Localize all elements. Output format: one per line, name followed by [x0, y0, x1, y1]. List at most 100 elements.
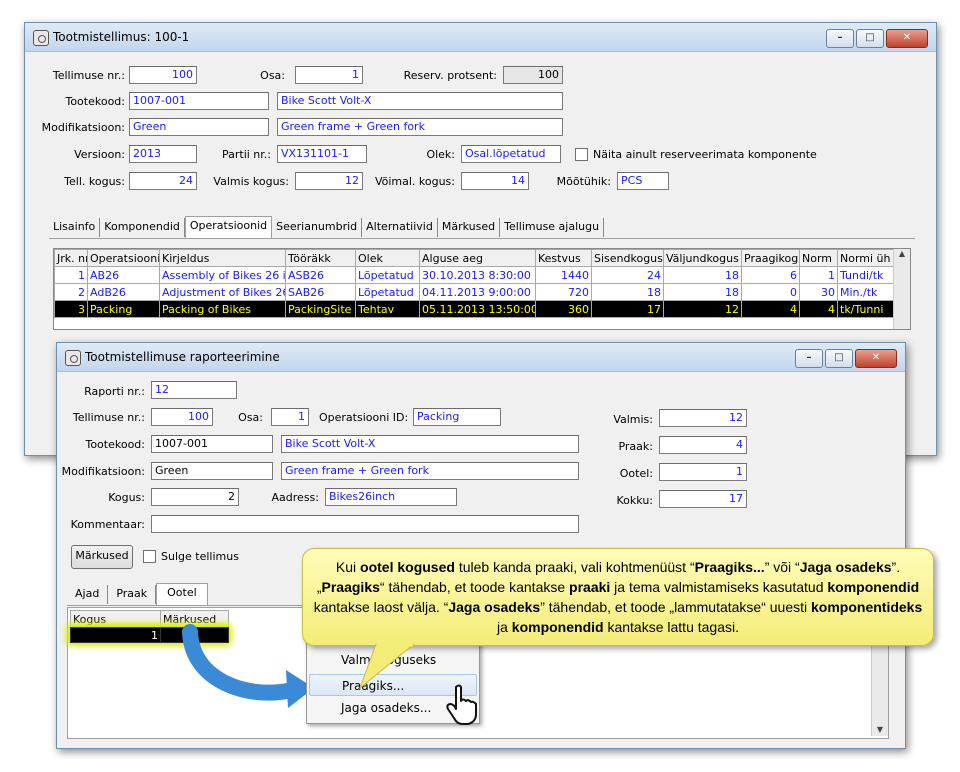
col-normi-uhik[interactable]: Normi üh: [837, 249, 895, 267]
col-kirjeldus[interactable]: Kirjeldus: [159, 249, 286, 267]
modifikatsioon-field[interactable]: Green: [151, 462, 273, 480]
scroll-up-icon[interactable]: ▲: [894, 249, 910, 258]
operatsiooni-id-field[interactable]: Packing: [413, 408, 501, 426]
col-olek[interactable]: Olek: [355, 249, 420, 267]
maximize-icon: □: [865, 32, 875, 43]
aadress-field[interactable]: Bikes26inch: [325, 488, 457, 506]
olek-label: Olek:: [426, 148, 455, 161]
naita-reserveerimata-checkbox[interactable]: [575, 148, 588, 161]
cell: Assembly of Bikes 26 in: [159, 266, 286, 284]
cell: Min./tk: [837, 283, 895, 301]
tell-kogus-field[interactable]: 24: [129, 172, 197, 190]
col-jrk[interactable]: Jrk. nr: [54, 249, 88, 267]
tellimuse-nr-field[interactable]: 100: [129, 66, 197, 84]
minimize-button[interactable]: –: [795, 349, 823, 368]
cell: 05.11.2013 13:50:00: [419, 300, 536, 318]
osa-label: Osa:: [260, 69, 285, 82]
col-praagikogus[interactable]: Praagikog: [741, 249, 800, 267]
valmis-field[interactable]: 12: [659, 409, 747, 427]
close-button[interactable]: ✕: [886, 29, 928, 48]
main-tabs: Lisainfo Komponendid Operatsioonid Seeri…: [49, 216, 915, 239]
cell: 17: [591, 300, 664, 318]
col-kestvus[interactable]: Kestvus: [535, 249, 592, 267]
maximize-button[interactable]: □: [825, 349, 853, 368]
tab-alternatiivid[interactable]: Alternatiivid: [362, 218, 438, 237]
grid-scrollbar[interactable]: ▲: [893, 249, 910, 329]
partii-label: Partii nr.:: [221, 148, 271, 161]
versioon-field[interactable]: 2013: [129, 145, 197, 163]
col-kogus[interactable]: Kogus: [70, 610, 161, 628]
tootekood-description: Bike Scott Volt-X: [277, 92, 563, 110]
cell: SAB26: [285, 283, 356, 301]
maximize-button[interactable]: □: [856, 29, 884, 48]
kogus-label: Kogus:: [108, 491, 145, 504]
cell: Lõpetatud: [355, 266, 420, 284]
modifikatsioon-field[interactable]: Green: [129, 118, 269, 136]
table-row-selected[interactable]: 3 Packing Packing of Bikes PackingSite T…: [54, 300, 895, 318]
kokku-field[interactable]: 17: [659, 490, 747, 508]
cell: 30: [799, 283, 838, 301]
tab-operatsioonid[interactable]: Operatsioonid: [184, 216, 273, 238]
tab-ajad[interactable]: Ajad: [67, 585, 109, 604]
scroll-down-icon[interactable]: ▼: [872, 725, 888, 734]
kogus-field[interactable]: 2: [151, 488, 239, 506]
callout-tail: [358, 644, 415, 690]
tab-markused[interactable]: Märkused: [438, 218, 501, 237]
minimize-button[interactable]: –: [826, 29, 854, 48]
raporti-nr-field[interactable]: 12: [151, 381, 237, 399]
partii-field[interactable]: VX131101-1: [277, 145, 367, 163]
cell: 04.11.2013 9:00:00: [419, 283, 536, 301]
callout-bubble: Kui ootel kogused tuleb kanda praaki, va…: [302, 548, 934, 646]
ootel-label: Ootel:: [619, 467, 653, 480]
app-gear-icon: [33, 30, 49, 46]
olek-field[interactable]: Osal.lõpetatud: [461, 145, 561, 163]
tellimuse-nr-field[interactable]: 100: [151, 408, 213, 426]
cell: 2: [54, 283, 88, 301]
col-sisendkogus[interactable]: Sisendkogus: [591, 249, 664, 267]
sulge-tellimus-checkbox[interactable]: [143, 550, 156, 563]
tab-komponendid[interactable]: Komponendid: [100, 218, 185, 237]
cell: AdB26: [87, 283, 160, 301]
tab-praak[interactable]: Praak: [108, 585, 157, 604]
col-toorakk[interactable]: Tööräkk: [285, 249, 356, 267]
tootekood-field[interactable]: 1007-001: [129, 92, 269, 110]
tab-seerianumbrid[interactable]: Seerianumbrid: [272, 218, 363, 237]
ootel-field[interactable]: 1: [659, 463, 747, 481]
kokku-label: Kokku:: [616, 494, 653, 507]
cell: 4: [741, 300, 800, 318]
main-titlebar[interactable]: Tootmistellimus: 100-1 – □ ✕: [25, 23, 936, 52]
reserv-protsent-field: 100: [503, 66, 563, 84]
col-norm[interactable]: Norm: [799, 249, 838, 267]
kommentaar-field[interactable]: [151, 515, 579, 533]
markused-button[interactable]: Märkused: [71, 545, 133, 569]
voimal-kogus-field[interactable]: 14: [461, 172, 529, 190]
cell: 720: [535, 283, 592, 301]
tab-lisainfo[interactable]: Lisainfo: [49, 218, 101, 237]
tootekood-field[interactable]: 1007-001: [151, 435, 273, 453]
grid-header-row: Jrk. nr Operatsiooni Kirjeldus Tööräkk O…: [54, 249, 895, 267]
operations-grid: Jrk. nr Operatsiooni Kirjeldus Tööräkk O…: [53, 248, 911, 330]
tab-tellimuse-ajalugu[interactable]: Tellimuse ajalugu: [500, 218, 605, 237]
modifikatsioon-label: Modifikatsioon:: [61, 465, 145, 478]
report-titlebar[interactable]: Tootmistellimuse raporteerimine – □ ✕: [57, 343, 905, 372]
tab-ootel[interactable]: Ootel: [156, 583, 208, 605]
cell: 6: [741, 266, 800, 284]
mootuhik-field[interactable]: PCS: [617, 172, 669, 190]
cell: 4: [799, 300, 838, 318]
cell: Tehtav: [355, 300, 420, 318]
close-button[interactable]: ✕: [855, 349, 897, 368]
praak-field[interactable]: 4: [659, 436, 747, 454]
table-row[interactable]: 2 AdB26 Adjustment of Bikes 26 SAB26 Lõp…: [54, 283, 895, 301]
valmis-kogus-field[interactable]: 12: [295, 172, 363, 190]
cell: 0: [741, 283, 800, 301]
osa-field[interactable]: 1: [271, 408, 309, 426]
cell: 1: [54, 266, 88, 284]
cell: 18: [591, 283, 664, 301]
cell: Packing: [87, 300, 160, 318]
app-gear-icon: [65, 350, 81, 366]
col-valjundkogus[interactable]: Väljundkogus: [663, 249, 742, 267]
col-alguse-aeg[interactable]: Alguse aeg: [419, 249, 536, 267]
osa-field[interactable]: 1: [295, 66, 363, 84]
table-row[interactable]: 1 AB26 Assembly of Bikes 26 in ASB26 Lõp…: [54, 266, 895, 284]
col-operatsiooni[interactable]: Operatsiooni: [87, 249, 160, 267]
